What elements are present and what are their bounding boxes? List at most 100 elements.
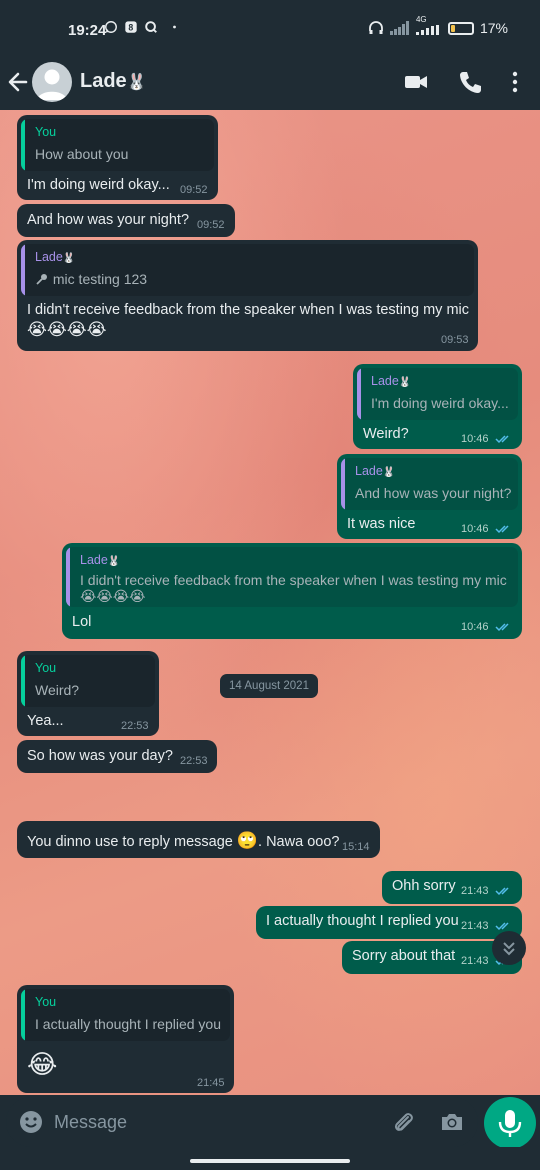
read-ticks-icon — [495, 623, 509, 632]
message-text: So how was your day? — [27, 748, 173, 764]
attach-icon[interactable] — [390, 1109, 416, 1135]
battery-fill — [450, 24, 455, 32]
contact-name-emoji: 🐰 — [126, 74, 147, 91]
quote-sender-name: Lade — [35, 250, 63, 264]
message-bubble-incoming[interactable]: You dinno use to reply message 🙄. Nawa o… — [17, 821, 380, 858]
message-time: 10:46 — [461, 433, 489, 445]
quote-bar — [21, 989, 25, 1041]
quote-text: How about you — [35, 146, 129, 162]
quote-text-line: mic testing 123 — [35, 271, 147, 287]
message-bubble-outgoing[interactable]: Lade🐰 I didn't receive feedback from the… — [62, 543, 522, 639]
quote-sender-emoji: 🐰 — [398, 377, 412, 388]
message-bubble-incoming[interactable]: So how was your day? 22:53 — [17, 740, 217, 773]
message-text: It was nice — [347, 516, 416, 532]
quoted-message[interactable]: Lade🐰 I didn't receive feedback from the… — [66, 547, 518, 607]
camera-icon[interactable] — [439, 1109, 465, 1135]
message-text: You dinno use to reply message — [27, 834, 233, 850]
status-right: 4G 17% — [368, 15, 508, 36]
search-app-icon — [145, 21, 157, 33]
date-separator: 14 August 2021 — [220, 674, 318, 698]
quoted-message[interactable]: You I actually thought I replied you — [21, 989, 230, 1041]
quote-sender-emoji: 🐰 — [107, 556, 121, 567]
message-time: 09:52 — [180, 184, 208, 196]
quoted-message[interactable]: Lade🐰 I'm doing weird okay... — [357, 368, 518, 420]
avatar-icon — [37, 69, 67, 100]
quote-bar — [21, 655, 25, 707]
signal-icon — [415, 25, 439, 35]
message-text-after: . Nawa ooo? — [258, 834, 340, 850]
quote-sender: Lade🐰 — [80, 553, 120, 567]
svg-text:8: 8 — [128, 23, 133, 33]
quoted-message[interactable]: You How about you — [21, 119, 214, 171]
read-ticks-icon — [495, 887, 509, 896]
message-text-line: You dinno use to reply message 🙄. Nawa o… — [27, 831, 339, 851]
message-text: I didn't receive feedback from the speak… — [27, 302, 469, 318]
message-composer — [6, 1097, 478, 1147]
mic-icon — [36, 274, 47, 285]
quoted-message[interactable]: Lade🐰 And how was your night? — [341, 458, 518, 510]
message-time: 21:43 — [461, 920, 489, 932]
scroll-to-bottom-button[interactable] — [492, 931, 526, 965]
video-call-icon[interactable] — [403, 69, 429, 95]
message-bubble-incoming[interactable]: Lade🐰 mic testing 123 I didn't receive f… — [17, 240, 478, 351]
quote-sender: Lade🐰 — [355, 464, 395, 478]
message-text: And how was your night? — [27, 212, 190, 228]
status-left-icons: 8 — [104, 20, 178, 34]
quote-bar — [66, 547, 70, 607]
quoted-message[interactable]: Lade🐰 mic testing 123 — [21, 244, 474, 296]
status-time: 19:24 — [68, 22, 107, 39]
read-ticks-icon — [495, 525, 509, 534]
battery-icon — [447, 21, 474, 35]
quote-sender: You — [35, 125, 57, 139]
quote-sender-name: Lade — [355, 464, 383, 478]
message-bubble-outgoing[interactable]: Lade🐰 I'm doing weird okay... Weird? 10:… — [353, 364, 522, 449]
message-time: 21:43 — [461, 885, 489, 897]
voice-record-button[interactable] — [484, 1097, 536, 1149]
quote-sender: Lade🐰 — [35, 250, 75, 264]
status-bar: 19:24 8 4G 17% — [0, 0, 540, 56]
quote-sender: Lade🐰 — [371, 374, 411, 388]
quote-bar — [21, 244, 25, 296]
quote-bar — [21, 119, 25, 171]
message-time: 09:52 — [197, 219, 225, 231]
more-vert-icon[interactable] — [502, 69, 528, 95]
message-bubble-incoming[interactable]: You I actually thought I replied you 😂 2… — [17, 985, 234, 1093]
network-label: 4G — [415, 15, 427, 24]
quote-text: Weird? — [35, 682, 80, 698]
home-indicator[interactable] — [190, 1159, 350, 1163]
quote-sender-name: Lade — [80, 553, 108, 567]
message-emoji: 😂 — [27, 1049, 58, 1079]
message-input[interactable] — [54, 1107, 374, 1137]
double-chevron-down-icon — [503, 942, 515, 956]
message-time: 21:45 — [197, 1077, 225, 1089]
quote-sender: You — [35, 995, 57, 1009]
message-time: 15:14 — [342, 841, 370, 853]
message-bubble-incoming[interactable]: You Weird? Yea... 22:53 — [17, 651, 159, 736]
quoted-message[interactable]: You Weird? — [21, 655, 155, 707]
message-bubble-outgoing[interactable]: Ohh sorry 21:43 — [382, 871, 522, 904]
message-time: 10:46 — [461, 523, 489, 535]
message-text: Ohh sorry — [392, 878, 456, 894]
message-bubble-incoming[interactable]: You How about you I'm doing weird okay..… — [17, 115, 218, 200]
message-time: 09:53 — [441, 334, 469, 346]
message-bubble-outgoing[interactable]: I actually thought I replied you 21:43 — [256, 906, 522, 939]
message-bubble-incoming[interactable]: And how was your night? 09:52 — [17, 204, 235, 237]
read-ticks-icon — [495, 922, 509, 931]
quote-text: I didn't receive feedback from the speak… — [80, 572, 507, 588]
quote-sender-name: Lade — [371, 374, 399, 388]
emoji-icon[interactable] — [18, 1109, 44, 1135]
message-time: 21:43 — [461, 955, 489, 967]
quote-sender: You — [35, 661, 57, 675]
message-text: Weird? — [363, 426, 409, 442]
battery-percent: 17% — [479, 20, 508, 36]
mic-icon — [498, 1110, 522, 1137]
phone-icon[interactable] — [457, 69, 483, 95]
contact-name[interactable]: Lade🐰 — [80, 70, 147, 93]
message-bubble-outgoing[interactable]: Lade🐰 And how was your night? It was nic… — [337, 454, 522, 539]
chat-header: Lade🐰 — [0, 56, 540, 110]
message-text: I'm doing weird okay... — [27, 177, 170, 193]
quote-bar — [341, 458, 345, 510]
message-emoji-line: 😭😭😭😭 — [27, 320, 107, 339]
back-arrow-icon[interactable] — [6, 68, 30, 96]
avatar[interactable] — [32, 62, 72, 102]
